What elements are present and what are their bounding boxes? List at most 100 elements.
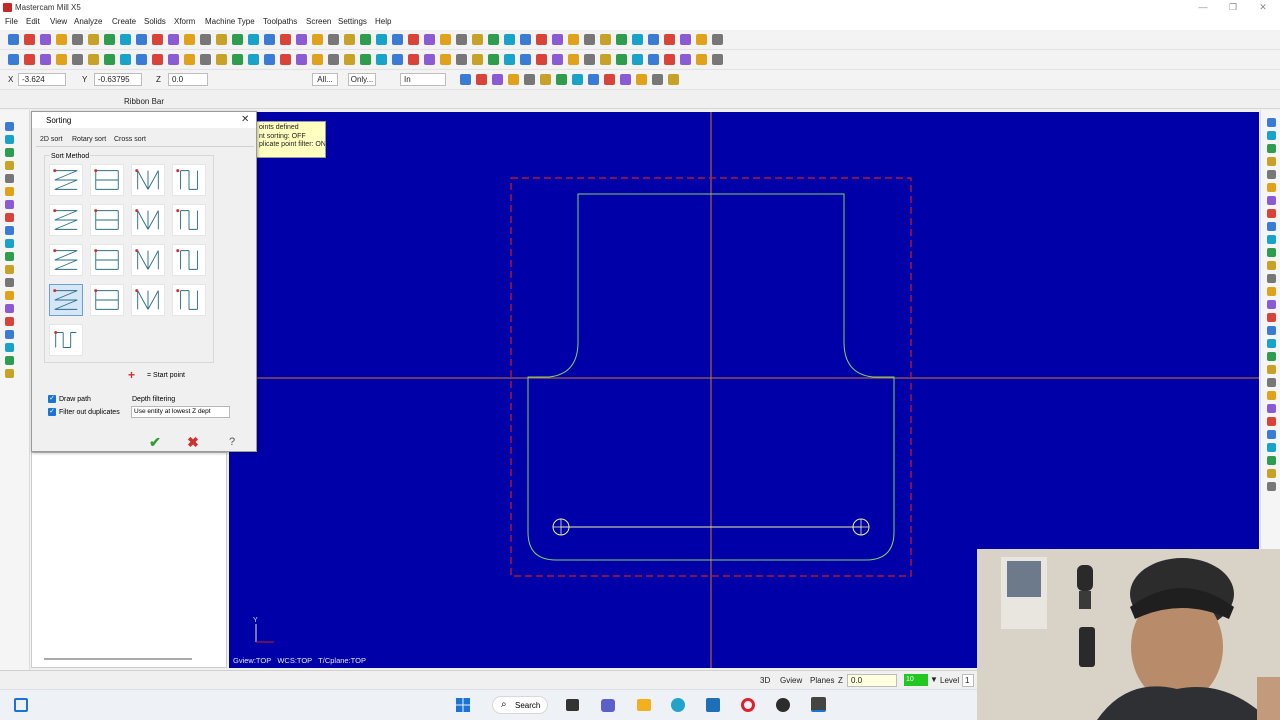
toolbar-tool-icon[interactable] xyxy=(652,74,663,85)
menu-toolpaths[interactable]: Toolpaths xyxy=(263,17,297,26)
toolbar-tool-icon[interactable] xyxy=(120,54,131,65)
menu-help[interactable]: Help xyxy=(375,17,391,26)
toolbar-tool-icon[interactable] xyxy=(184,54,195,65)
menu-file[interactable]: File xyxy=(5,17,18,26)
toolbar-tool-icon[interactable] xyxy=(636,74,647,85)
toolbar-tool-icon[interactable] xyxy=(344,54,355,65)
toolbar-tool-icon[interactable] xyxy=(632,54,643,65)
toolbar-tool-icon[interactable] xyxy=(136,54,147,65)
filter-duplicates-checkbox[interactable]: ✓ xyxy=(48,408,56,416)
toolbar-tool-icon[interactable] xyxy=(440,54,451,65)
side-tool-icon[interactable] xyxy=(1267,417,1276,426)
side-tool-icon[interactable] xyxy=(1267,196,1276,205)
side-tool-icon[interactable] xyxy=(1267,430,1276,439)
toolbar-tool-icon[interactable] xyxy=(280,54,291,65)
toolbar-tool-icon[interactable] xyxy=(200,54,211,65)
toolbar-tool-icon[interactable] xyxy=(136,34,147,45)
toolbar-tool-icon[interactable] xyxy=(696,34,707,45)
toolbar-tool-icon[interactable] xyxy=(120,34,131,45)
dialog-close-icon[interactable]: ✕ xyxy=(241,114,249,125)
gview-button[interactable]: Gview xyxy=(780,676,802,685)
side-tool-icon[interactable] xyxy=(5,291,14,300)
dialog-titlebar[interactable]: Sorting ✕ xyxy=(32,112,256,128)
toolbar-tool-icon[interactable] xyxy=(492,74,503,85)
toolbar-tool-icon[interactable] xyxy=(104,34,115,45)
toolbar-tool-icon[interactable] xyxy=(600,34,611,45)
toolbar-tool-icon[interactable] xyxy=(8,54,19,65)
planes-button[interactable]: Planes xyxy=(810,676,834,685)
toolbar-tool-icon[interactable] xyxy=(424,34,435,45)
toolbar-tool-icon[interactable] xyxy=(152,34,163,45)
toolbar-tool-icon[interactable] xyxy=(56,34,67,45)
toolbar-tool-icon[interactable] xyxy=(600,54,611,65)
color-dropdown-arrow[interactable]: ▼ xyxy=(930,675,938,684)
toolbar-tool-icon[interactable] xyxy=(488,54,499,65)
toolbar-tool-icon[interactable] xyxy=(476,74,487,85)
toolbar-tool-icon[interactable] xyxy=(376,34,387,45)
sort-method-option[interactable] xyxy=(49,324,83,356)
toolbar-tool-icon[interactable] xyxy=(680,54,691,65)
toolbar-tool-icon[interactable] xyxy=(232,54,243,65)
toolbar-tool-icon[interactable] xyxy=(568,34,579,45)
toolbar-tool-icon[interactable] xyxy=(648,54,659,65)
side-tool-icon[interactable] xyxy=(5,122,14,131)
side-tool-icon[interactable] xyxy=(1267,144,1276,153)
taskbar-explorer-icon[interactable] xyxy=(637,699,651,711)
side-tool-icon[interactable] xyxy=(5,369,14,378)
toolbar-tool-icon[interactable] xyxy=(248,34,259,45)
menu-create[interactable]: Create xyxy=(112,17,136,26)
menu-xform[interactable]: Xform xyxy=(174,17,195,26)
toolbar-tool-icon[interactable] xyxy=(616,34,627,45)
side-tool-icon[interactable] xyxy=(5,317,14,326)
select-all-button[interactable]: All... xyxy=(312,73,338,86)
sort-method-option[interactable] xyxy=(90,164,124,196)
toolbar-tool-icon[interactable] xyxy=(632,34,643,45)
side-tool-icon[interactable] xyxy=(1267,300,1276,309)
toolbar-tool-icon[interactable] xyxy=(568,54,579,65)
menu-screen[interactable]: Screen xyxy=(306,17,331,26)
side-tool-icon[interactable] xyxy=(1267,235,1276,244)
cancel-button[interactable]: ✖ xyxy=(183,433,203,451)
sort-method-option[interactable] xyxy=(131,284,165,316)
sort-method-option[interactable] xyxy=(172,204,206,236)
y-coordinate-field[interactable]: -0.63795 xyxy=(94,73,142,86)
side-tool-icon[interactable] xyxy=(5,200,14,209)
toolbar-tool-icon[interactable] xyxy=(424,54,435,65)
sort-method-option[interactable] xyxy=(49,284,83,316)
side-tool-icon[interactable] xyxy=(5,304,14,313)
toolbar-tool-icon[interactable] xyxy=(392,34,403,45)
taskbar-opera-icon[interactable] xyxy=(741,698,755,712)
toolbar-tool-icon[interactable] xyxy=(72,54,83,65)
taskbar-app-icon[interactable] xyxy=(776,698,790,712)
toolbar-tool-icon[interactable] xyxy=(296,34,307,45)
side-tool-icon[interactable] xyxy=(5,252,14,261)
toolbar-tool-icon[interactable] xyxy=(536,34,547,45)
start-button[interactable] xyxy=(456,698,470,712)
side-tool-icon[interactable] xyxy=(5,330,14,339)
toolbar-tool-icon[interactable] xyxy=(712,54,723,65)
toolbar-tool-icon[interactable] xyxy=(664,34,675,45)
toolbar-tool-icon[interactable] xyxy=(248,54,259,65)
operations-manager-panel[interactable] xyxy=(31,452,227,668)
menu-analyze[interactable]: Analyze xyxy=(74,17,102,26)
toolbar-tool-icon[interactable] xyxy=(24,54,35,65)
toolbar-tool-icon[interactable] xyxy=(312,54,323,65)
toolbar-tool-icon[interactable] xyxy=(488,34,499,45)
toolbar-tool-icon[interactable] xyxy=(504,54,515,65)
toolbar-tool-icon[interactable] xyxy=(232,34,243,45)
side-tool-icon[interactable] xyxy=(1267,131,1276,140)
menu-view[interactable]: View xyxy=(50,17,67,26)
taskbar-search[interactable]: ⌕ Search xyxy=(492,696,548,714)
sort-method-option[interactable] xyxy=(49,204,83,236)
side-tool-icon[interactable] xyxy=(1267,209,1276,218)
side-tool-icon[interactable] xyxy=(5,187,14,196)
sort-method-option[interactable] xyxy=(131,204,165,236)
toolbar-tool-icon[interactable] xyxy=(456,54,467,65)
side-tool-icon[interactable] xyxy=(1267,313,1276,322)
side-tool-icon[interactable] xyxy=(5,226,14,235)
toolbar-tool-icon[interactable] xyxy=(456,34,467,45)
toolbar-tool-icon[interactable] xyxy=(408,34,419,45)
toolbar-tool-icon[interactable] xyxy=(72,34,83,45)
side-tool-icon[interactable] xyxy=(1267,443,1276,452)
sort-method-option[interactable] xyxy=(90,204,124,236)
